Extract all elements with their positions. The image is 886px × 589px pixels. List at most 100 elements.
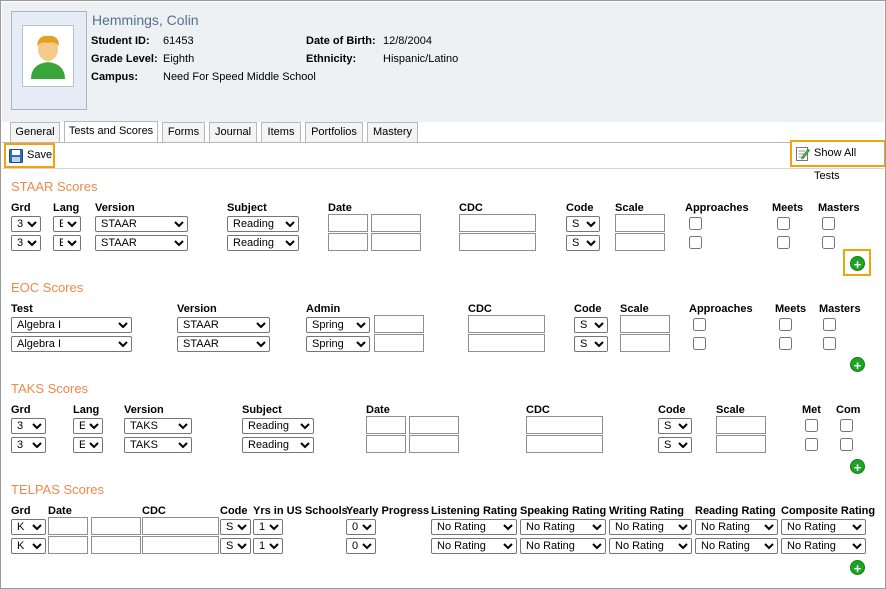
staar-row2-grd-select[interactable]: 3 — [11, 235, 41, 251]
telpas-row2-listening-select[interactable]: No Rating — [431, 538, 517, 554]
taks-row1-code-select[interactable]: S — [658, 418, 692, 434]
staar-row1-lang-select[interactable]: E — [53, 216, 81, 232]
tab-journal[interactable]: Journal — [209, 122, 257, 142]
staar-row2-date-input-1[interactable] — [328, 233, 368, 251]
taks-row1-date-input-1[interactable] — [366, 416, 406, 434]
taks-row2-code-select[interactable]: S — [658, 437, 692, 453]
eoc-row1-admin-select[interactable]: Spring — [306, 317, 370, 333]
telpas-row1-listening-select[interactable]: No Rating — [431, 519, 517, 535]
taks-row1-grd-select[interactable]: 3 — [11, 418, 46, 434]
tab-forms[interactable]: Forms — [162, 122, 205, 142]
telpas-row1-grd-select[interactable]: K — [11, 519, 46, 535]
staar-row2-subject-select[interactable]: Reading — [227, 235, 299, 251]
telpas-row1-code-select[interactable]: S — [220, 519, 251, 535]
eoc-row1-masters-checkbox[interactable] — [823, 318, 836, 331]
telpas-row2-date-input-2[interactable] — [91, 536, 141, 554]
taks-row2-subject-select[interactable]: Reading — [242, 437, 314, 453]
eoc-row2-test-select[interactable]: Algebra I — [11, 336, 132, 352]
taks-row1-cdc-input[interactable] — [526, 416, 603, 434]
taks-row1-version-select[interactable]: TAKS — [124, 418, 192, 434]
taks-row2-met-checkbox[interactable] — [805, 438, 818, 451]
taks-row2-date-input-2[interactable] — [409, 435, 459, 453]
telpas-row1-reading-select[interactable]: No Rating — [695, 519, 778, 535]
staar-row2-meets-checkbox[interactable] — [777, 236, 790, 249]
eoc-row2-code-select[interactable]: S — [574, 336, 608, 352]
taks-row1-com-checkbox[interactable] — [840, 419, 853, 432]
show-all-tests-button[interactable]: Show All Tests — [790, 140, 885, 182]
staar-row1-subject-select[interactable]: Reading — [227, 216, 299, 232]
telpas-row2-grd-select[interactable]: K — [11, 538, 46, 554]
staar-row2-masters-checkbox[interactable] — [822, 236, 835, 249]
taks-row1-met-checkbox[interactable] — [805, 419, 818, 432]
taks-row1-subject-select[interactable]: Reading — [242, 418, 314, 434]
staar-row1-grd-select[interactable]: 3 — [11, 216, 41, 232]
eoc-row1-cdc-input[interactable] — [468, 315, 545, 333]
telpas-row1-yearly-select[interactable]: 0 — [346, 519, 376, 535]
eoc-row2-scale-input[interactable] — [620, 334, 670, 352]
eoc-row2-approaches-checkbox[interactable] — [693, 337, 706, 350]
staar-row2-lang-select[interactable]: E — [53, 235, 81, 251]
telpas-add-row-button[interactable]: + — [850, 560, 865, 576]
tab-mastery[interactable]: Mastery — [367, 122, 418, 142]
telpas-row2-date-input-1[interactable] — [48, 536, 88, 554]
staar-add-row-button[interactable]: + — [850, 256, 865, 272]
telpas-row2-composite-select[interactable]: No Rating — [781, 538, 866, 554]
eoc-row1-code-select[interactable]: S — [574, 317, 608, 333]
taks-row2-version-select[interactable]: TAKS — [124, 437, 192, 453]
taks-row1-date-input-2[interactable] — [409, 416, 459, 434]
eoc-row2-version-select[interactable]: STAAR — [177, 336, 270, 352]
save-button[interactable]: Save — [4, 143, 55, 168]
taks-row2-date-input-1[interactable] — [366, 435, 406, 453]
telpas-row2-cdc-input[interactable] — [142, 536, 219, 554]
eoc-row2-meets-checkbox[interactable] — [779, 337, 792, 350]
staar-row2-version-select[interactable]: STAAR — [95, 235, 188, 251]
eoc-add-row-button[interactable]: + — [850, 357, 865, 373]
taks-row1-lang-select[interactable]: E — [73, 418, 103, 434]
staar-row1-scale-input[interactable] — [615, 214, 665, 232]
tab-general[interactable]: General — [10, 122, 60, 142]
telpas-row1-yrs-select[interactable]: 1 — [253, 519, 283, 535]
eoc-row2-admin-select[interactable]: Spring — [306, 336, 370, 352]
taks-row2-scale-input[interactable] — [716, 435, 766, 453]
telpas-row1-cdc-input[interactable] — [142, 517, 219, 535]
telpas-row2-yrs-select[interactable]: 1 — [253, 538, 283, 554]
eoc-row1-test-select[interactable]: Algebra I — [11, 317, 132, 333]
eoc-row1-date-input[interactable] — [374, 315, 424, 333]
telpas-row1-date-input-1[interactable] — [48, 517, 88, 535]
tab-items[interactable]: Items — [261, 122, 301, 142]
staar-row2-scale-input[interactable] — [615, 233, 665, 251]
eoc-row1-meets-checkbox[interactable] — [779, 318, 792, 331]
eoc-row2-date-input[interactable] — [374, 334, 424, 352]
eoc-row1-approaches-checkbox[interactable] — [693, 318, 706, 331]
staar-row1-date-input-1[interactable] — [328, 214, 368, 232]
telpas-row1-date-input-2[interactable] — [91, 517, 141, 535]
tab-tests-and-scores[interactable]: Tests and Scores — [64, 121, 158, 142]
eoc-row1-scale-input[interactable] — [620, 315, 670, 333]
taks-row2-com-checkbox[interactable] — [840, 438, 853, 451]
staar-row1-masters-checkbox[interactable] — [822, 217, 835, 230]
staar-row2-cdc-input[interactable] — [459, 233, 536, 251]
telpas-row2-writing-select[interactable]: No Rating — [609, 538, 692, 554]
staar-row1-approaches-checkbox[interactable] — [689, 217, 702, 230]
tab-portfolios[interactable]: Portfolios — [305, 122, 363, 142]
taks-add-row-button[interactable]: + — [850, 459, 865, 475]
telpas-row2-yearly-select[interactable]: 0 — [346, 538, 376, 554]
taks-row2-lang-select[interactable]: E — [73, 437, 103, 453]
staar-row1-version-select[interactable]: STAAR — [95, 216, 188, 232]
eoc-row2-masters-checkbox[interactable] — [823, 337, 836, 350]
eoc-row1-version-select[interactable]: STAAR — [177, 317, 270, 333]
staar-row2-date-input-2[interactable] — [371, 233, 421, 251]
taks-row1-scale-input[interactable] — [716, 416, 766, 434]
staar-row2-code-select[interactable]: S — [566, 235, 600, 251]
taks-row2-cdc-input[interactable] — [526, 435, 603, 453]
staar-row1-meets-checkbox[interactable] — [777, 217, 790, 230]
eoc-row2-cdc-input[interactable] — [468, 334, 545, 352]
telpas-row2-code-select[interactable]: S — [220, 538, 251, 554]
telpas-row2-reading-select[interactable]: No Rating — [695, 538, 778, 554]
staar-row2-approaches-checkbox[interactable] — [689, 236, 702, 249]
staar-row1-code-select[interactable]: S — [566, 216, 600, 232]
telpas-row1-writing-select[interactable]: No Rating — [609, 519, 692, 535]
telpas-row1-speaking-select[interactable]: No Rating — [520, 519, 606, 535]
telpas-row1-composite-select[interactable]: No Rating — [781, 519, 866, 535]
staar-row1-cdc-input[interactable] — [459, 214, 536, 232]
